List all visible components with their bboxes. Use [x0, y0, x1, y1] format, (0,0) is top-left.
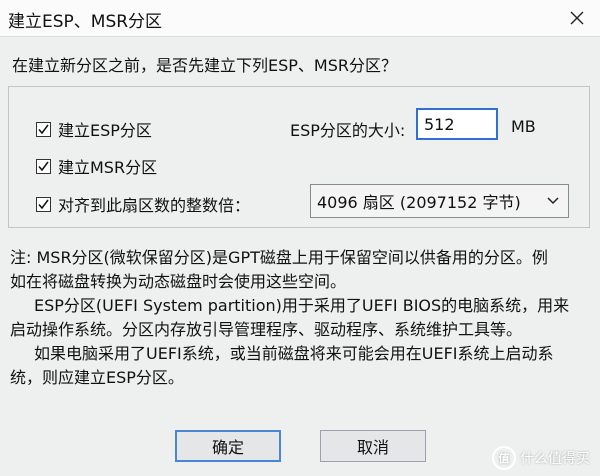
watermark: 值 什么值得买 [492, 446, 590, 470]
alignment-select[interactable]: 4096 扇区 (2097152 字节) [310, 184, 569, 218]
checkmark-icon [38, 124, 49, 134]
checkmark-icon [38, 161, 49, 171]
window-title: 建立ESP、MSR分区 [8, 12, 163, 32]
create-msr-label: 建立MSR分区 [58, 158, 158, 177]
create-esp-checkbox-row[interactable]: 建立ESP分区 [36, 117, 152, 141]
align-label: 对齐到此扇区数的整数倍： [58, 196, 251, 215]
esp-size-unit: MB [511, 117, 536, 136]
esp-size-input[interactable] [416, 108, 498, 140]
close-icon[interactable] [554, 0, 600, 36]
cancel-button[interactable]: 取消 [320, 430, 426, 462]
question-text: 在建立新分区之前，是否先建立下列ESP、MSR分区？ [12, 56, 397, 75]
chevron-down-icon [547, 197, 559, 205]
note-line: 统，则应建立ESP分区。 [10, 368, 184, 387]
ok-button[interactable]: 确定 [175, 430, 281, 462]
create-esp-label: 建立ESP分区 [58, 121, 152, 140]
note-line: 如果电脑采用了UEFI系统，或当前磁盘将来可能会用在UEFI系统上启动系 [34, 344, 554, 363]
note-line: 启动操作系统。分区内存放引导管理程序、驱动程序、系统维护工具等。 [10, 320, 523, 339]
create-msr-checkbox[interactable] [36, 158, 51, 174]
watermark-logo-icon: 值 [492, 446, 516, 470]
align-checkbox-row[interactable]: 对齐到此扇区数的整数倍： [36, 192, 250, 216]
note-line: 注: MSR分区(微软保留分区)是GPT磁盘上用于保留空间以供备用的分区。例 [10, 248, 548, 267]
note-line: 如在将磁盘转换为动态磁盘时会使用这些空间。 [10, 272, 347, 291]
create-msr-checkbox-row[interactable]: 建立MSR分区 [36, 154, 157, 178]
watermark-text: 什么值得买 [520, 451, 590, 467]
note-line: ESP分区(UEFI System partition)用于采用了UEFI BI… [34, 296, 570, 315]
note-text: 注: MSR分区(微软保留分区)是GPT磁盘上用于保留空间以供备用的分区。例 如… [10, 246, 588, 390]
checkmark-icon [38, 199, 49, 209]
align-checkbox[interactable] [36, 196, 51, 212]
esp-size-label: ESP分区的大小: [290, 121, 406, 140]
title-bar: 建立ESP、MSR分区 [0, 0, 600, 37]
create-esp-checkbox[interactable] [36, 121, 51, 137]
alignment-selected-value: 4096 扇区 (2097152 字节) [317, 193, 521, 212]
